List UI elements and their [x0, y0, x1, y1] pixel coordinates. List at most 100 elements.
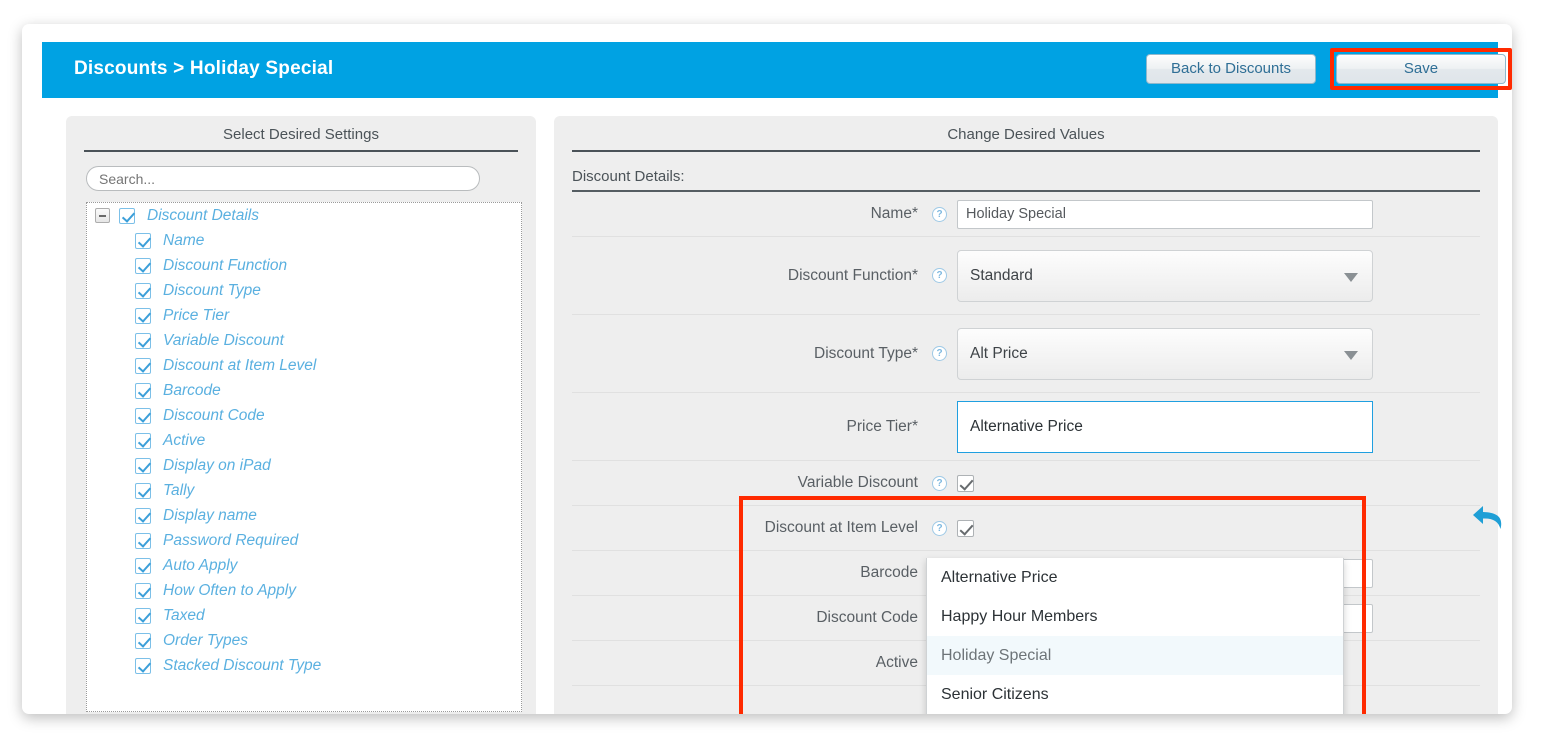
discount-type-select[interactable]: Alt Price [957, 327, 1373, 380]
settings-selector-panel: Select Desired Settings Discount Details… [66, 116, 536, 714]
barcode-label: Barcode [860, 564, 918, 581]
price-tier-value: Alternative Price [970, 418, 1083, 435]
active-label: Active [875, 654, 918, 671]
tree-checkbox[interactable] [135, 457, 151, 474]
tree-checkbox[interactable] [135, 307, 151, 324]
section-label: Discount Details: [572, 168, 685, 185]
tree-checkbox[interactable] [135, 607, 151, 624]
tree-node[interactable]: Display on iPad [87, 453, 521, 478]
settings-tree[interactable]: Discount Details Name Discount Function Dis… [86, 202, 522, 712]
form-row-name: Name* ? [572, 192, 1480, 237]
tree-node[interactable]: Discount at Item Level [87, 353, 521, 378]
tree-node-label: Taxed [163, 606, 205, 624]
tree-checkbox[interactable] [135, 332, 151, 349]
variable-discount-checkbox[interactable] [957, 474, 974, 492]
tree-node[interactable]: Variable Discount [87, 328, 521, 353]
tree-node[interactable]: Order Types [87, 628, 521, 653]
tree-checkbox[interactable] [135, 232, 151, 249]
chevron-down-icon [1344, 350, 1358, 360]
tree-node[interactable]: How Often to Apply [87, 578, 521, 603]
discount-function-label: Discount Function* [787, 266, 918, 284]
revert-field-button[interactable] [1470, 502, 1510, 536]
left-panel-divider [84, 150, 518, 152]
tree-node[interactable]: Discount Type [87, 278, 521, 303]
tree-node-label: Discount Code [163, 406, 265, 424]
tree-node[interactable]: Price Tier [87, 303, 521, 328]
tree-node[interactable]: Password Required [87, 528, 521, 553]
tree-node[interactable]: Tally [87, 478, 521, 503]
tree-checkbox[interactable] [135, 407, 151, 424]
tree-node-label: Order Types [163, 631, 248, 649]
tree-node-label: Discount Details [147, 206, 259, 224]
tree-node[interactable]: Active [87, 428, 521, 453]
back-to-discounts-button[interactable]: Back to Discounts [1146, 54, 1316, 84]
tree-node-label: Password Required [163, 531, 299, 549]
tree-checkbox[interactable] [135, 257, 151, 274]
tree-checkbox[interactable] [135, 432, 151, 449]
tree-node-label: Variable Discount [163, 331, 284, 349]
tree-node-label: Display on iPad [163, 456, 271, 474]
breadcrumb: Discounts > Holiday Special [74, 58, 334, 79]
tree-checkbox[interactable] [135, 582, 151, 599]
tree-checkbox[interactable] [135, 657, 151, 674]
discount-type-label: Discount Type* [814, 344, 918, 362]
collapse-icon[interactable] [95, 208, 110, 223]
name-input[interactable] [957, 199, 1373, 229]
tree-node-label: Name [163, 231, 205, 249]
discount-type-value: Alt Price [970, 344, 1028, 362]
tree-checkbox[interactable] [119, 207, 135, 224]
tree-checkbox[interactable] [135, 357, 151, 374]
search-input[interactable] [86, 166, 480, 191]
tree-node[interactable]: Display name [87, 503, 521, 528]
tree-node-label: Price Tier [163, 306, 230, 324]
form-row-price-tier: Price Tier* Alternative Price [572, 393, 1480, 461]
tree-node[interactable]: Name [87, 228, 521, 253]
variable-discount-label: Variable Discount [797, 474, 918, 491]
app-root: Discounts > Holiday Special Back to Disc… [0, 0, 1559, 740]
tree-node[interactable]: Discount Function [87, 253, 521, 278]
tree-node-label: Display name [163, 506, 257, 524]
tree-node-root[interactable]: Discount Details [87, 203, 521, 228]
tree-checkbox[interactable] [135, 532, 151, 549]
tree-checkbox[interactable] [135, 507, 151, 524]
tree-checkbox[interactable] [135, 282, 151, 299]
tree-node[interactable]: Barcode [87, 378, 521, 403]
tree-node[interactable]: Auto Apply [87, 553, 521, 578]
title-bar: Discounts > Holiday Special Back to Disc… [42, 42, 1512, 98]
dropdown-option[interactable]: Senior Citizens [927, 675, 1343, 714]
tree-node-label: How Often to Apply [163, 581, 296, 599]
help-icon[interactable]: ? [932, 268, 947, 283]
body-area: Select Desired Settings Discount Details… [42, 98, 1502, 714]
help-icon[interactable]: ? [932, 520, 947, 536]
left-panel-title: Select Desired Settings [223, 126, 379, 143]
tree-node-label: Discount at Item Level [163, 356, 317, 374]
tree-node[interactable]: Discount Code [87, 403, 521, 428]
discount-at-item-level-label: Discount at Item Level [764, 519, 918, 536]
chevron-down-icon [1344, 272, 1358, 282]
price-tier-select[interactable]: Alternative Price [957, 401, 1373, 453]
tree-node-label: Tally [163, 481, 195, 499]
tree-checkbox[interactable] [135, 382, 151, 399]
price-tier-label: Price Tier* [846, 417, 919, 435]
dropdown-option[interactable]: Holiday Special [927, 636, 1343, 675]
help-icon[interactable]: ? [932, 475, 947, 491]
price-tier-dropdown[interactable]: Alternative Price Happy Hour Members Holid… [926, 558, 1344, 714]
discount-function-select[interactable]: Standard [957, 249, 1373, 302]
tree-node-label: Discount Function [163, 256, 288, 274]
help-icon[interactable]: ? [932, 346, 947, 361]
dropdown-option[interactable]: Alternative Price [927, 558, 1343, 597]
save-button[interactable]: Save [1336, 54, 1506, 84]
tree-checkbox[interactable] [135, 482, 151, 499]
dropdown-option[interactable]: Happy Hour Members [927, 597, 1343, 636]
discount-at-item-level-checkbox[interactable] [957, 519, 974, 537]
tree-node[interactable]: Taxed [87, 603, 521, 628]
form-row-discount-function: Discount Function* ? Standard [572, 237, 1480, 315]
discount-function-value: Standard [970, 266, 1033, 284]
tree-checkbox[interactable] [135, 632, 151, 649]
right-panel-divider [572, 150, 1480, 152]
tree-checkbox[interactable] [135, 557, 151, 574]
tree-node-label: Stacked Discount Type [163, 656, 322, 674]
tree-node[interactable]: Stacked Discount Type [87, 653, 521, 678]
help-icon[interactable]: ? [932, 206, 947, 222]
tree-node-label: Auto Apply [163, 556, 238, 574]
